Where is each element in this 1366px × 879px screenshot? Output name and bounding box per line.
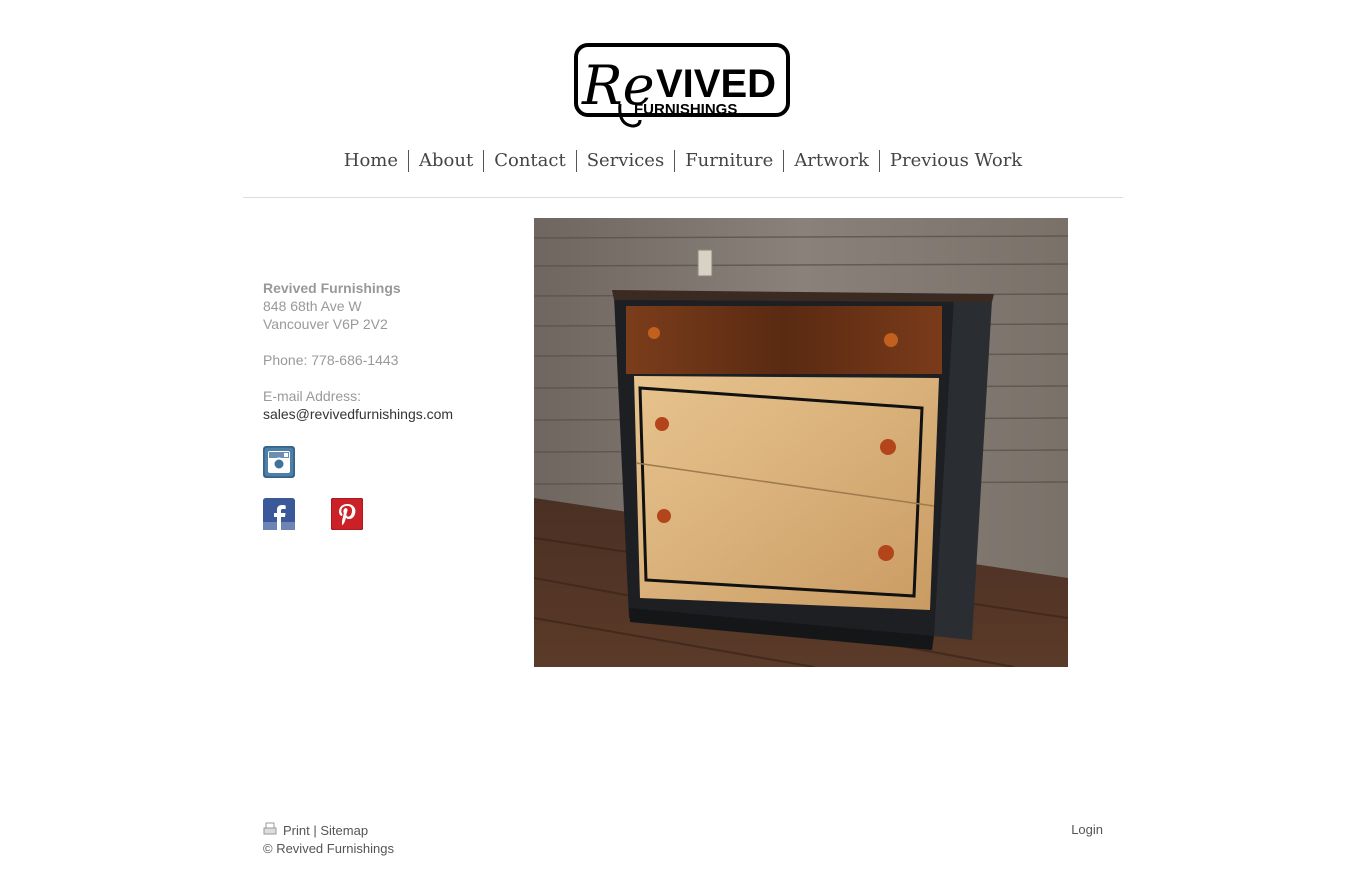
sitemap-link[interactable]: Sitemap [320,823,368,838]
logo-furnishings-text: FURNISHINGS [634,101,737,118]
copyright-text: © Revived Furnishings [263,841,394,856]
city-address: Vancouver V6P 2V2 [263,316,388,332]
print-icon[interactable] [263,822,277,836]
main-nav: Home About Contact Services Furniture Artwork… [243,150,1123,172]
footer: Print | Sitemap © Revived Furnishings [263,822,394,858]
nav-item-previous-work[interactable]: Previous Work [878,150,1032,172]
site-logo[interactable]: Re VIVED FURNISHINGS [574,42,790,132]
pinterest-icon[interactable] [330,497,364,531]
email-link[interactable]: sales@revivedfurnishings.com [263,406,453,422]
nav-item-artwork[interactable]: Artwork [783,150,879,172]
nav-item-furniture[interactable]: Furniture [674,150,783,172]
nav-item-about[interactable]: About [408,150,483,172]
featured-furniture-image [534,218,1068,667]
contact-block: Revived Furnishings 848 68th Ave W Vanco… [263,279,523,423]
login-link[interactable]: Login [1071,822,1103,837]
street-address: 848 68th Ave W [263,298,362,314]
phone-number: Phone: 778-686-1443 [263,352,399,368]
instagram-icon[interactable] [263,446,295,478]
print-link[interactable]: Print [283,823,310,838]
nav-item-contact[interactable]: Contact [483,150,575,172]
footer-separator: | [313,823,317,838]
page-wrapper: Re VIVED FURNISHINGS Home About Contact Ser… [243,0,1123,879]
nav-item-services[interactable]: Services [575,150,674,172]
header-divider [243,197,1123,198]
nav-item-home[interactable]: Home [334,150,408,172]
business-name: Revived Furnishings [263,280,401,296]
logo-vived-text: VIVED [656,62,776,106]
email-label: E-mail Address: [263,388,362,404]
facebook-icon[interactable] [263,498,295,530]
